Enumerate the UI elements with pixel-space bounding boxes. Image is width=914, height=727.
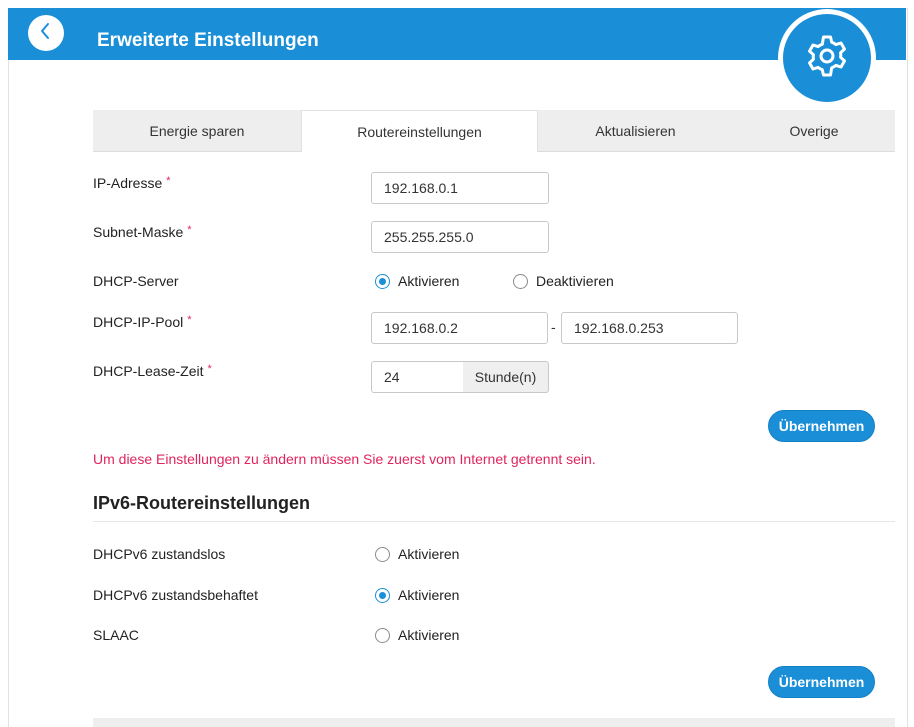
radio-unchecked-icon	[375, 627, 390, 643]
dhcpv6-stateful-radio[interactable]: Aktivieren	[375, 587, 459, 603]
dhcp-pool-label: DHCP-IP-Pool *	[93, 314, 192, 330]
gear-icon	[804, 33, 850, 84]
dhcp-lease-label: DHCP-Lease-Zeit *	[93, 363, 212, 379]
dhcp-server-label: DHCP-Server	[93, 273, 179, 289]
dhcp-lease-input[interactable]: 24	[371, 361, 464, 393]
dhcp-pool-start-input[interactable]: 192.168.0.2	[371, 312, 548, 344]
page-title: Erweiterte Einstellungen	[97, 30, 319, 51]
dhcp-server-enable-radio[interactable]: Aktivieren	[375, 273, 459, 289]
slaac-radio[interactable]: Aktivieren	[375, 627, 459, 643]
slaac-label: SLAAC	[93, 627, 139, 643]
tab-energie-sparen[interactable]: Energie sparen	[93, 110, 301, 151]
tab-aktualisieren[interactable]: Aktualisieren	[538, 110, 733, 151]
radio-unchecked-icon	[513, 273, 528, 289]
dhcpv6-stateless-radio[interactable]: Aktivieren	[375, 546, 459, 562]
apply-router-button[interactable]: Übernehmen	[768, 410, 875, 442]
dhcp-server-disable-radio[interactable]: Deaktivieren	[513, 273, 614, 289]
ipv6-section-title: IPv6-Routereinstellungen	[93, 493, 311, 513]
subnet-mask-input[interactable]: 255.255.255.0	[371, 221, 549, 253]
disconnect-warning: Um diese Einstellungen zu ändern müssen …	[93, 451, 596, 467]
ip-address-input[interactable]: 192.168.0.1	[371, 172, 549, 204]
tab-routereinstellungen[interactable]: Routereinstellungen	[301, 110, 538, 152]
settings-badge	[778, 9, 876, 107]
next-section-bar	[93, 718, 895, 727]
apply-ipv6-button[interactable]: Übernehmen	[768, 666, 875, 698]
dhcpv6-stateful-label: DHCPv6 zustandsbehaftet	[93, 587, 258, 603]
back-button[interactable]	[28, 15, 64, 51]
radio-unchecked-icon	[375, 546, 390, 562]
chevron-left-icon	[39, 22, 53, 45]
dhcp-pool-end-input[interactable]: 192.168.0.253	[561, 312, 738, 344]
tab-overige[interactable]: Overige	[733, 110, 895, 151]
tab-bar: Energie sparen Routereinstellungen Aktua…	[93, 110, 895, 152]
radio-checked-icon	[375, 273, 390, 289]
section-divider	[93, 521, 895, 522]
lease-unit-label: Stunde(n)	[463, 361, 549, 393]
radio-checked-icon	[375, 587, 390, 603]
dhcpv6-stateless-label: DHCPv6 zustandslos	[93, 546, 226, 562]
subnet-mask-label: Subnet-Maske *	[93, 224, 192, 240]
range-separator: -	[551, 319, 556, 335]
ip-address-label: IP-Adresse *	[93, 175, 171, 191]
